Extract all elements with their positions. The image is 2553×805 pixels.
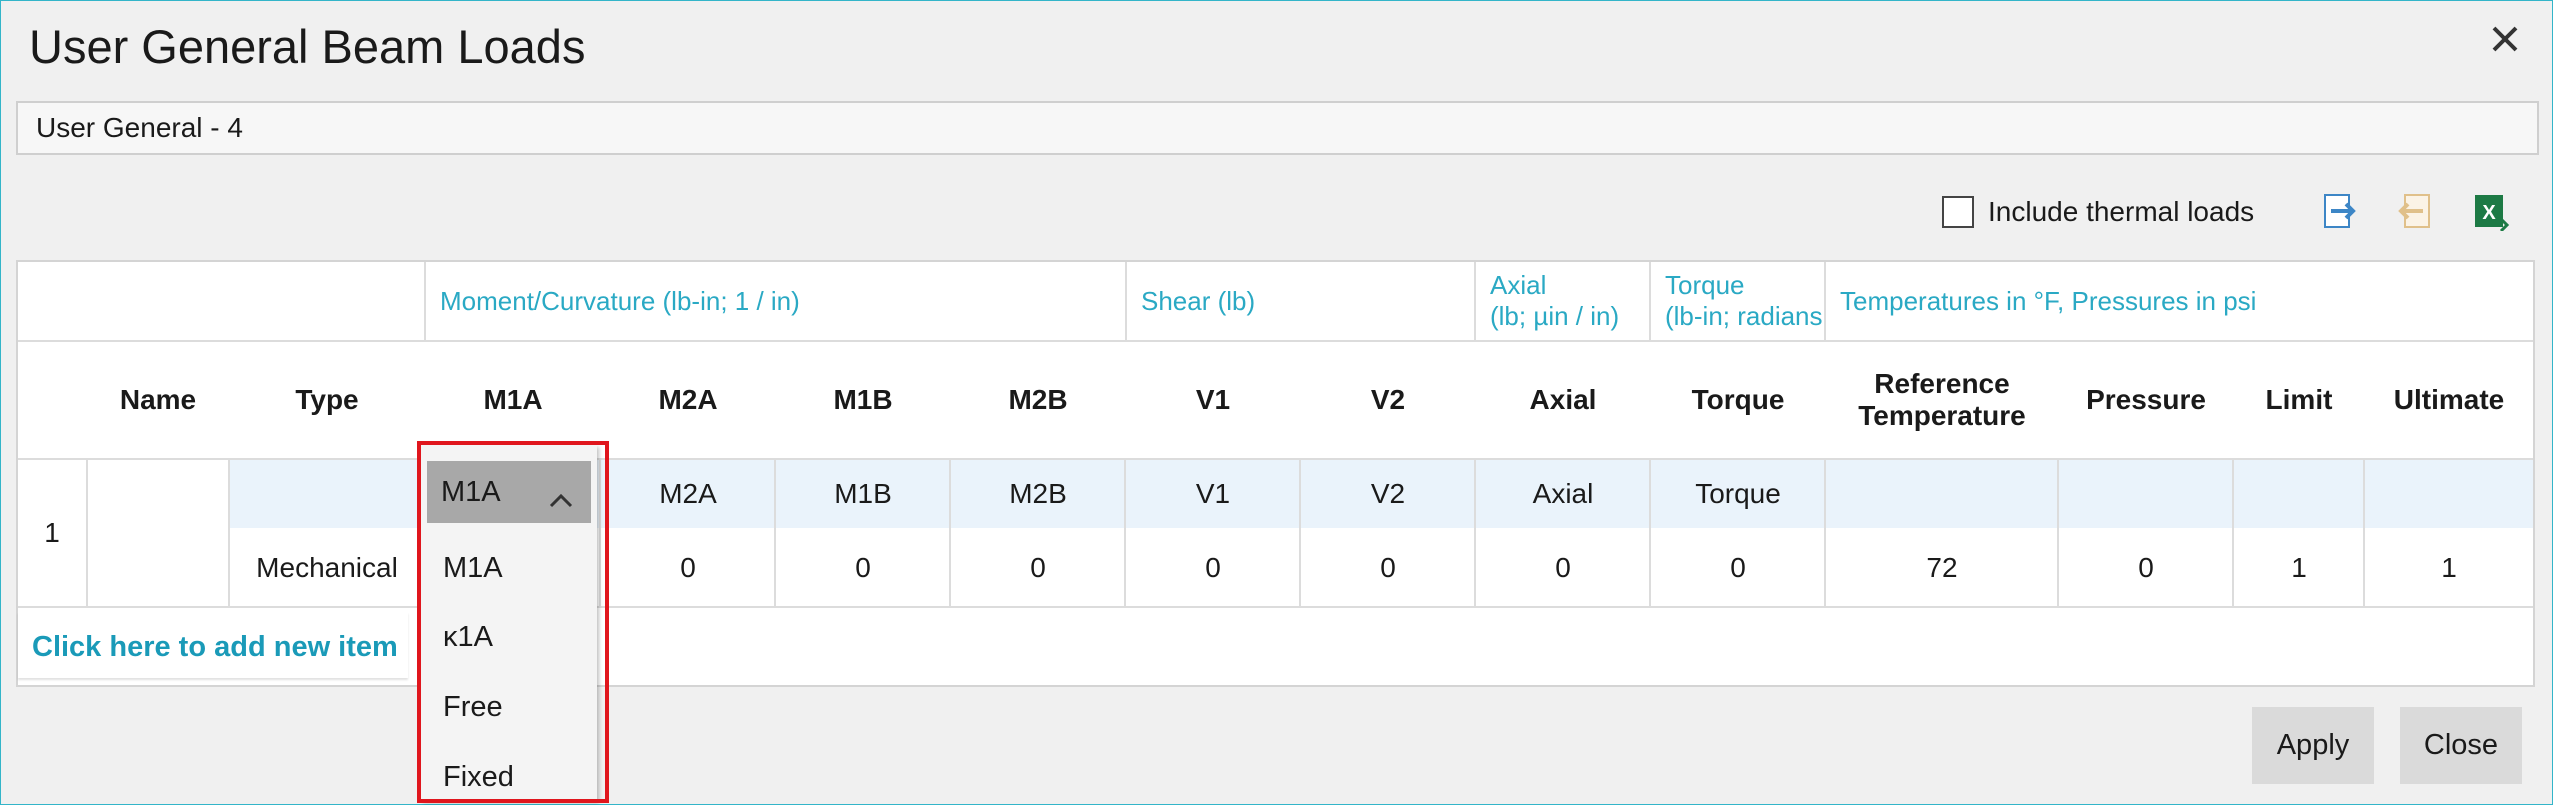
col-header-torque[interactable]: Torque [1651, 342, 1825, 458]
group-header-axial-line1: Axial [1490, 270, 1547, 300]
row-index: 1 [44, 517, 60, 548]
loads-grid: Moment/Curvature (lb-in; 1 / in) Shear (… [16, 260, 2535, 687]
dropdown-option-m1a[interactable]: M1A [443, 552, 503, 585]
excel-icon[interactable]: X [2469, 189, 2513, 233]
bc-m1b-select[interactable]: M1B [776, 460, 950, 528]
col-header-v2[interactable]: V2 [1301, 342, 1475, 458]
load-name-input[interactable] [18, 103, 2537, 153]
m1a-dropdown-selected[interactable]: M1A [427, 461, 591, 523]
value-axial[interactable]: 0 [1476, 530, 1650, 606]
close-button[interactable]: Close [2400, 707, 2522, 784]
value-m2b[interactable]: 0 [951, 530, 1125, 606]
col-header-reference-temperature[interactable]: Reference Temperature [1826, 342, 2058, 458]
dropdown-option-fixed[interactable]: Fixed [443, 761, 514, 794]
dropdown-option-k1a[interactable]: κ1A [443, 621, 493, 654]
col-header-limit[interactable]: Limit [2234, 342, 2364, 458]
col-header-m2b[interactable]: M2B [951, 342, 1125, 458]
col-header-ref-line2: Temperature [1858, 400, 2026, 431]
group-header-axial-line2: (lb; µin / in) [1490, 301, 1620, 331]
apply-button[interactable]: Apply [2252, 707, 2374, 784]
value-torque[interactable]: 0 [1651, 530, 1825, 606]
export-arrow-icon[interactable] [2317, 189, 2361, 233]
col-header-ultimate[interactable]: Ultimate [2365, 342, 2533, 458]
col-header-name[interactable]: Name [88, 342, 228, 458]
group-header-torque: Torque (lb-in; radians [1651, 262, 1823, 340]
group-header-shear: Shear (lb) [1141, 285, 1256, 316]
m1a-selected-value: M1A [441, 475, 501, 508]
col-header-pressure[interactable]: Pressure [2059, 342, 2233, 458]
value-limit[interactable]: 1 [2234, 530, 2364, 606]
include-thermal-toggle[interactable]: Include thermal loads [1942, 194, 2254, 230]
bc-v2-select[interactable]: V2 [1301, 460, 1475, 528]
col-header-type[interactable]: Type [230, 342, 424, 458]
bc-v1-select[interactable]: V1 [1126, 460, 1300, 528]
load-name-field[interactable] [16, 101, 2539, 155]
col-header-m1b[interactable]: M1B [776, 342, 950, 458]
dropdown-option-free[interactable]: Free [443, 691, 503, 724]
include-thermal-label: Include thermal loads [1988, 196, 2255, 227]
col-header-m2a[interactable]: M2A [601, 342, 775, 458]
add-new-item-link[interactable]: Click here to add new item [32, 631, 398, 664]
group-header-torque-line1: Torque [1665, 270, 1745, 300]
group-header-torque-line2: (lb-in; radians [1665, 301, 1823, 331]
value-m1b[interactable]: 0 [776, 530, 950, 606]
row-type-cell[interactable]: Mechanical [230, 530, 424, 606]
dialog-title: User General Beam Loads [29, 20, 586, 73]
m1a-dropdown[interactable]: M1A M1A κ1A Free Fixed [421, 445, 597, 801]
group-header-temperatures: Temperatures in °F, Pressures in psi [1840, 285, 2257, 316]
col-header-m1a[interactable]: M1A [426, 342, 600, 458]
include-thermal-checkbox[interactable] [1942, 196, 1974, 228]
import-arrow-icon[interactable] [2393, 189, 2437, 233]
dialog-window: User General Beam Loads Include thermal … [0, 0, 2553, 805]
svg-text:X: X [2482, 202, 2496, 224]
value-pressure[interactable]: 0 [2059, 530, 2233, 606]
close-icon[interactable] [2485, 19, 2525, 59]
col-header-v1[interactable]: V1 [1126, 342, 1300, 458]
group-header-moment: Moment/Curvature (lb-in; 1 / in) [440, 285, 800, 316]
bc-axial-select[interactable]: Axial [1476, 460, 1650, 528]
col-header-ref-line1: Reference [1874, 368, 2010, 399]
value-ultimate[interactable]: 1 [2365, 530, 2533, 606]
value-v1[interactable]: 0 [1126, 530, 1300, 606]
value-m2a[interactable]: 0 [601, 530, 775, 606]
bc-m2b-select[interactable]: M2B [951, 460, 1125, 528]
col-header-axial[interactable]: Axial [1476, 342, 1650, 458]
bc-torque-select[interactable]: Torque [1651, 460, 1825, 528]
group-header-axial: Axial (lb; µin / in) [1476, 262, 1648, 340]
chevron-up-icon[interactable] [549, 483, 573, 516]
bc-m2a-select[interactable]: M2A [601, 460, 775, 528]
row-name-cell[interactable] [88, 460, 228, 606]
value-reference-temperature[interactable]: 72 [1826, 530, 2058, 606]
value-v2[interactable]: 0 [1301, 530, 1475, 606]
